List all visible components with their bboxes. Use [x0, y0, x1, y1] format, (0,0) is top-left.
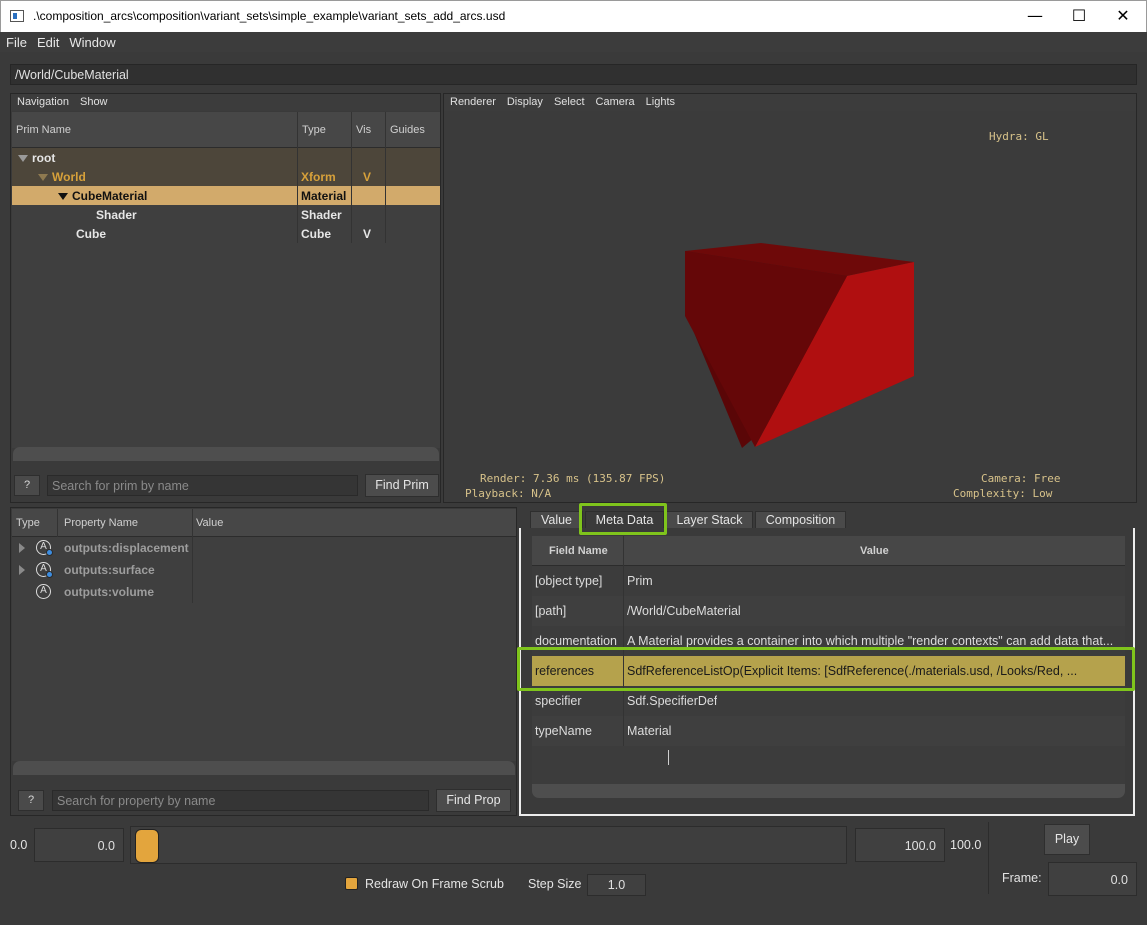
expand-arrow-icon[interactable]: [38, 174, 48, 182]
property-help-button[interactable]: ?: [18, 790, 44, 811]
metadata-hscrollbar[interactable]: [532, 784, 1125, 798]
property-row[interactable]: A outputs:surface: [12, 559, 516, 581]
maximize-button[interactable]: ☐: [1056, 1, 1102, 33]
tree-row-cube[interactable]: Cube Cube V: [12, 224, 440, 243]
cube-render: [685, 243, 914, 448]
menu-renderer[interactable]: Renderer: [444, 94, 501, 108]
window-title: .\composition_arcs\composition\variant_s…: [33, 9, 506, 23]
attribute-icon: A: [36, 584, 51, 599]
frame-field[interactable]: 0.0: [1048, 862, 1137, 896]
tab-highlight-box: [579, 503, 667, 535]
tab-value[interactable]: Value: [530, 511, 583, 529]
range-end-label: 100.0: [950, 838, 982, 852]
redraw-label: Redraw On Frame Scrub: [365, 877, 504, 891]
col-prop-name[interactable]: Property Name: [64, 517, 138, 529]
range-start-field[interactable]: 0.0: [34, 828, 124, 862]
hud-render-time: Render: 7.36 ms (135.87 FPS): [480, 472, 666, 485]
app-icon: [10, 10, 24, 22]
minimize-button[interactable]: —: [1012, 1, 1058, 33]
col-guides[interactable]: Guides: [390, 124, 425, 136]
tree-row-root[interactable]: root: [12, 148, 440, 167]
tab-composition[interactable]: Composition: [755, 511, 846, 529]
play-button[interactable]: Play: [1044, 824, 1090, 855]
title-bar: .\composition_arcs\composition\variant_s…: [0, 0, 1147, 32]
viewport-menu: Renderer Display Select Camera Lights: [444, 94, 1136, 111]
col-field-name[interactable]: Field Name: [549, 545, 608, 557]
close-button[interactable]: ✕: [1100, 1, 1146, 33]
prim-path-field[interactable]: /World/CubeMaterial: [10, 64, 1137, 85]
prim-panel-menu: Navigation Show: [11, 94, 440, 111]
connection-dot-icon: [46, 571, 53, 578]
menu-file[interactable]: File: [0, 32, 31, 50]
metadata-panel: Value Meta Data Layer Stack Composition …: [517, 503, 1137, 816]
menu-show[interactable]: Show: [74, 94, 113, 108]
tree-row-cubematerial[interactable]: CubeMaterial Material: [12, 186, 440, 205]
menu-display[interactable]: Display: [501, 94, 548, 108]
property-table[interactable]: Type Property Name Value A outputs:displ…: [12, 509, 516, 761]
viewport-panel[interactable]: Renderer Display Select Camera Lights Hydra:…: [443, 93, 1137, 503]
find-prim-button[interactable]: Find Prim: [365, 474, 439, 497]
connection-dot-icon: [46, 549, 53, 556]
prim-tree[interactable]: Prim Name Type Vis Guides root World Xfo…: [12, 112, 440, 448]
prim-search-input[interactable]: Search for prim by name: [47, 475, 358, 496]
metadata-table-header: Field Name Value: [532, 536, 1125, 566]
col-vis[interactable]: Vis: [356, 124, 371, 136]
hud-playback: Playback: N/A: [465, 487, 552, 500]
col-type[interactable]: Type: [302, 124, 326, 136]
redraw-checkbox[interactable]: [345, 877, 358, 890]
row-highlight-box: [517, 647, 1135, 691]
property-panel: Type Property Name Value A outputs:displ…: [10, 507, 517, 816]
prim-tree-hscrollbar[interactable]: [13, 447, 439, 461]
menu-navigation[interactable]: Navigation: [11, 94, 74, 108]
menu-select[interactable]: Select: [548, 94, 590, 108]
prim-tree-header: Prim Name Type Vis Guides: [12, 112, 440, 148]
range-end-field[interactable]: 100.0: [855, 828, 945, 862]
find-prop-button[interactable]: Find Prop: [436, 789, 511, 812]
text-cursor-icon: [668, 750, 675, 765]
menu-camera[interactable]: Camera: [590, 94, 640, 108]
property-table-header: Type Property Name Value: [12, 509, 516, 537]
property-row[interactable]: A outputs:displacement: [12, 537, 516, 559]
step-size-label: Step Size: [528, 877, 582, 891]
expand-arrow-icon[interactable]: [58, 193, 68, 201]
tree-row-shader[interactable]: Shader Shader: [12, 205, 440, 224]
frame-label: Frame:: [1002, 871, 1042, 885]
prim-browser-panel: Navigation Show Prim Name Type Vis Guides…: [10, 93, 441, 503]
expand-arrow-icon[interactable]: [18, 155, 28, 163]
menu-edit[interactable]: Edit: [31, 32, 63, 50]
expand-arrow-icon[interactable]: [19, 565, 25, 575]
expand-arrow-icon[interactable]: [19, 543, 25, 553]
range-start-label: 0.0: [10, 838, 28, 852]
tab-layer-stack[interactable]: Layer Stack: [666, 511, 753, 529]
col-prop-value[interactable]: Value: [196, 517, 223, 529]
metadata-row-typename[interactable]: typeName Material: [532, 716, 1125, 746]
metadata-row-path[interactable]: [path]/World/CubeMaterial: [532, 596, 1125, 626]
hud-camera: Camera: Free: [981, 472, 1061, 485]
metadata-row-object-type[interactable]: [object type] Prim: [532, 566, 1125, 596]
col-field-value[interactable]: Value: [860, 545, 889, 557]
menu-bar: File Edit Window: [0, 32, 1147, 52]
hud-complexity: Complexity: Low: [953, 487, 1053, 500]
tree-row-world[interactable]: World Xform V: [12, 167, 440, 186]
property-row[interactable]: A outputs:volume: [12, 581, 516, 603]
step-size-field[interactable]: 1.0: [587, 874, 646, 896]
col-prop-type[interactable]: Type: [16, 517, 40, 529]
frame-slider[interactable]: [130, 826, 847, 864]
property-search-input[interactable]: Search for property by name: [52, 790, 429, 811]
frame-slider-handle[interactable]: [135, 829, 159, 863]
property-table-hscrollbar[interactable]: [13, 761, 515, 775]
menu-lights[interactable]: Lights: [640, 94, 680, 108]
prim-help-button[interactable]: ?: [14, 475, 40, 496]
col-prim-name[interactable]: Prim Name: [16, 124, 71, 136]
menu-window[interactable]: Window: [63, 32, 119, 50]
